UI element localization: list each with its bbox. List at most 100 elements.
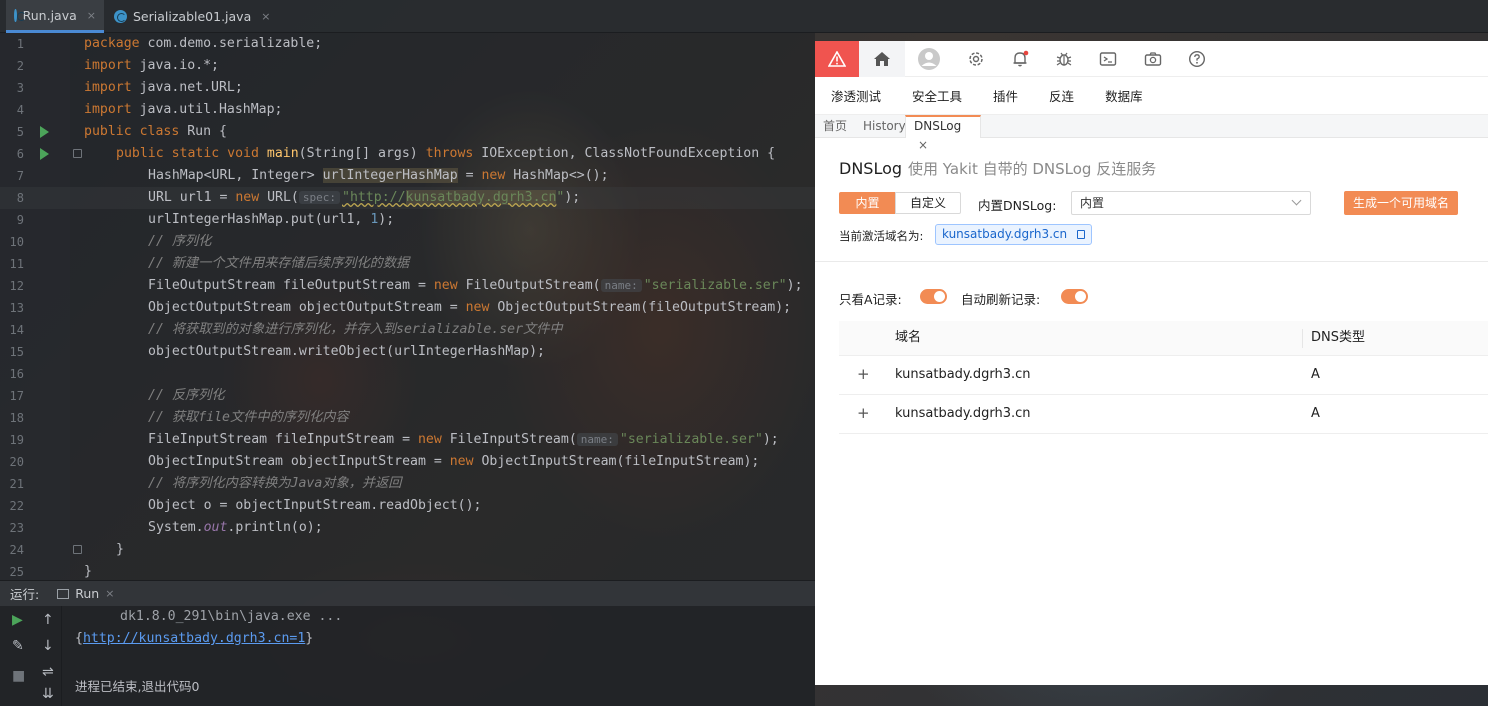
code-token: HashMap<>(); <box>505 168 609 183</box>
line-number: 19 <box>9 433 24 447</box>
line-number: 22 <box>9 499 24 513</box>
bug-icon <box>1056 52 1072 66</box>
screenshot-button[interactable] <box>1138 41 1168 77</box>
menu-item-reverse[interactable]: 反连 <box>1049 86 1074 105</box>
avatar-button[interactable] <box>914 41 944 77</box>
code-token: Object o = objectInputStream.readObject(… <box>148 498 482 513</box>
line-number: 14 <box>9 323 24 337</box>
console-link[interactable]: http://kunsatbady.dgrh3.cn=1 <box>83 631 305 646</box>
code-token: FileOutputStream( <box>457 278 601 293</box>
code-token: new <box>481 168 506 183</box>
line-number: 12 <box>9 279 24 293</box>
run-panel-header: 运行: Run × <box>0 580 815 606</box>
debug-button[interactable] <box>1049 41 1079 77</box>
yakit-window: 渗透测试 安全工具 插件 反连 数据库 首页 History DNSLog × … <box>815 41 1488 685</box>
line-number: 5 <box>16 125 24 139</box>
generate-domain-button[interactable]: 生成一个可用域名 <box>1344 191 1458 215</box>
table-row[interactable]: + kunsatbady.dgrh3.cn A <box>839 356 1488 395</box>
wrench-icon[interactable]: ✎ <box>12 638 24 654</box>
dnslog-select[interactable]: 内置 <box>1071 191 1311 215</box>
fold-icon[interactable] <box>73 545 82 554</box>
settings-button[interactable] <box>961 41 991 77</box>
code-token: java.net.URL; <box>131 80 243 95</box>
active-domain-tag: kunsatbady.dgrh3.cn <box>935 224 1093 245</box>
soft-wrap-icon[interactable]: ⇌ <box>42 664 54 680</box>
line-number: 7 <box>16 169 24 183</box>
only-a-record-label: 只看A记录: <box>839 292 902 307</box>
mode-builtin-button[interactable]: 内置 <box>839 192 896 214</box>
code-editor[interactable]: 1 package com.demo.serializable; 2 import … <box>0 33 815 580</box>
row-domain: kunsatbady.dgrh3.cn <box>895 406 1031 421</box>
tab-home[interactable]: 首页 <box>815 115 855 138</box>
close-icon[interactable]: × <box>105 587 114 600</box>
line-number: 2 <box>16 59 24 73</box>
close-icon[interactable]: × <box>87 9 96 22</box>
run-gutter-icon[interactable] <box>40 148 49 160</box>
home-button[interactable] <box>859 41 905 77</box>
line-number: 11 <box>9 257 24 271</box>
scroll-end-icon[interactable]: ⇊ <box>42 686 54 702</box>
parameter-hint: name: <box>576 433 618 446</box>
code-token: new <box>235 190 260 205</box>
column-header-dns-type[interactable]: DNS类型 <box>1311 321 1365 355</box>
parameter-hint: spec: <box>298 191 340 204</box>
only-a-record-toggle[interactable] <box>920 289 947 304</box>
code-token: Run { <box>179 124 227 139</box>
menu-item-security-tools[interactable]: 安全工具 <box>912 86 962 105</box>
expand-row-icon[interactable]: + <box>857 395 870 432</box>
title-text: DNSLog <box>839 159 903 178</box>
code-token: IOException, ClassNotFoundException { <box>473 146 776 161</box>
avatar-icon <box>918 48 940 70</box>
code-token: (String[] args) <box>298 146 426 161</box>
terminal-button[interactable] <box>1093 41 1123 77</box>
fold-icon[interactable] <box>73 149 82 158</box>
code-token: ); <box>786 278 803 293</box>
alert-button[interactable] <box>815 41 859 77</box>
close-icon[interactable]: × <box>918 138 928 152</box>
code-token: "serializable.ser" <box>643 278 787 293</box>
rerun-icon[interactable]: ▶ <box>12 612 23 628</box>
bell-icon <box>1013 50 1029 67</box>
camera-icon <box>1144 52 1162 66</box>
code-comment: // 获取file文件中的序列化内容 <box>148 410 349 425</box>
run-tab[interactable]: Run <box>75 586 99 601</box>
line-number: 15 <box>9 345 24 359</box>
arrow-down-icon[interactable]: ↓ <box>42 638 54 654</box>
expand-row-icon[interactable]: + <box>857 356 870 393</box>
menu-item-database[interactable]: 数据库 <box>1105 86 1143 105</box>
run-gutter-icon[interactable] <box>40 126 49 138</box>
copy-icon[interactable] <box>1077 230 1086 239</box>
notification-button[interactable] <box>1005 41 1035 77</box>
menu-item-pentest[interactable]: 渗透测试 <box>831 86 881 105</box>
arrow-up-icon[interactable]: ↑ <box>42 612 54 628</box>
run-console[interactable]: ▶ ↑ ✎ ↓ ■ ⇌ ⇊ dk1.8.0_291\bin\java.exe .… <box>0 606 815 706</box>
code-token: FileInputStream fileInputStream = <box>148 432 418 447</box>
help-button[interactable] <box>1182 41 1212 77</box>
row-domain: kunsatbady.dgrh3.cn <box>895 367 1031 382</box>
tab-serializable01-java[interactable]: Serializable01.java × <box>106 0 278 33</box>
line-number: 13 <box>9 301 24 315</box>
code-comment: // 将序列化内容转换为Java对象，并返回 <box>148 476 402 491</box>
yakit-page-tabs: 首页 History DNSLog × <box>815 114 1488 152</box>
menu-item-plugins[interactable]: 插件 <box>993 86 1018 105</box>
tab-dnslog[interactable]: DNSLog × <box>905 115 981 152</box>
line-number: 18 <box>9 411 24 425</box>
code-token: HashMap<URL, Integer> <box>148 168 323 183</box>
code-token: .println(o); <box>227 520 323 535</box>
yakit-main-menu: 渗透测试 安全工具 插件 反连 数据库 <box>815 77 1488 114</box>
stop-icon[interactable]: ■ <box>12 668 25 684</box>
close-icon[interactable]: × <box>261 10 270 23</box>
console-icon <box>57 588 70 599</box>
code-token: import <box>84 80 132 95</box>
column-header-domain[interactable]: 域名 <box>895 321 921 355</box>
auto-refresh-toggle[interactable] <box>1061 289 1088 304</box>
gear-icon <box>969 52 983 66</box>
editor-tab-bar: Run.java × Serializable01.java × <box>0 0 1488 33</box>
table-row[interactable]: + kunsatbady.dgrh3.cn A <box>839 395 1488 434</box>
code-token: objectOutputStream.writeObject(urlIntege… <box>148 344 545 359</box>
terminal-icon <box>1099 52 1117 66</box>
auto-refresh-label: 自动刷新记录: <box>961 292 1041 307</box>
code-token: System. <box>148 520 204 535</box>
mode-custom-button[interactable]: 自定义 <box>895 192 961 214</box>
tab-run-java[interactable]: Run.java × <box>6 0 104 33</box>
